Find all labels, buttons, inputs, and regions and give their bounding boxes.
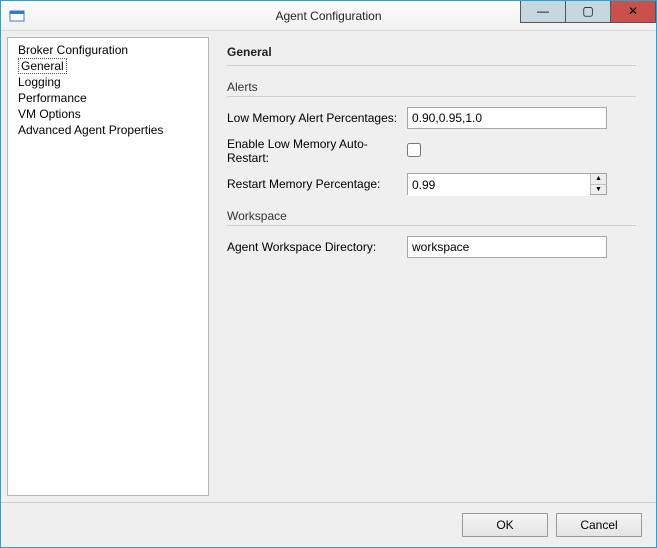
cancel-button[interactable]: Cancel <box>556 513 642 537</box>
chevron-down-icon: ▼ <box>595 186 602 193</box>
close-icon: ✕ <box>628 5 638 17</box>
sidebar-item-general[interactable]: General <box>8 58 208 74</box>
chevron-up-icon: ▲ <box>595 175 602 182</box>
minimize-icon: — <box>537 5 549 17</box>
titlebar[interactable]: Agent Configuration — ▢ ✕ <box>1 1 656 31</box>
restart-percentage-spinner: ▲ ▼ <box>407 173 607 195</box>
workspace-group: Workspace Agent Workspace Directory: <box>227 209 636 258</box>
workspace-directory-label: Agent Workspace Directory: <box>227 240 407 254</box>
sidebar-item-advanced-agent-properties[interactable]: Advanced Agent Properties <box>8 122 208 138</box>
sidebar-item-broker-configuration[interactable]: Broker Configuration <box>8 42 208 58</box>
minimize-button[interactable]: — <box>520 1 566 23</box>
close-button[interactable]: ✕ <box>610 1 656 23</box>
maximize-button[interactable]: ▢ <box>565 1 611 23</box>
dialog-footer: OK Cancel <box>1 502 656 547</box>
alerts-group: Alerts Low Memory Alert Percentages: Ena… <box>227 80 636 195</box>
sidebar-item-logging[interactable]: Logging <box>8 74 208 90</box>
window-controls: — ▢ ✕ <box>521 1 656 23</box>
low-memory-percentages-input[interactable] <box>407 107 607 129</box>
dialog-window: Agent Configuration — ▢ ✕ Broker Configu… <box>0 0 657 548</box>
low-memory-percentages-row: Low Memory Alert Percentages: <box>227 107 636 129</box>
workspace-directory-row: Agent Workspace Directory: <box>227 236 636 258</box>
app-icon <box>9 8 25 24</box>
main-panel: General Alerts Low Memory Alert Percenta… <box>213 37 650 496</box>
enable-auto-restart-checkbox[interactable] <box>407 143 421 157</box>
alerts-group-header: Alerts <box>227 80 636 97</box>
page-title: General <box>227 45 636 66</box>
ok-button[interactable]: OK <box>462 513 548 537</box>
spinner-down-button[interactable]: ▼ <box>591 185 606 195</box>
sidebar-item-vm-options[interactable]: VM Options <box>8 106 208 122</box>
restart-percentage-row: Restart Memory Percentage: ▲ ▼ <box>227 173 636 195</box>
enable-auto-restart-row: Enable Low Memory Auto-Restart: <box>227 137 636 165</box>
low-memory-percentages-label: Low Memory Alert Percentages: <box>227 111 407 125</box>
spinner-up-button[interactable]: ▲ <box>591 174 606 185</box>
workspace-directory-input[interactable] <box>407 236 607 258</box>
restart-percentage-input[interactable] <box>408 174 590 196</box>
restart-percentage-label: Restart Memory Percentage: <box>227 177 407 191</box>
workspace-group-header: Workspace <box>227 209 636 226</box>
category-sidebar: Broker Configuration General Logging Per… <box>7 37 209 496</box>
content-area: Broker Configuration General Logging Per… <box>1 31 656 502</box>
enable-auto-restart-label: Enable Low Memory Auto-Restart: <box>227 137 407 165</box>
maximize-icon: ▢ <box>582 5 593 17</box>
sidebar-item-performance[interactable]: Performance <box>8 90 208 106</box>
